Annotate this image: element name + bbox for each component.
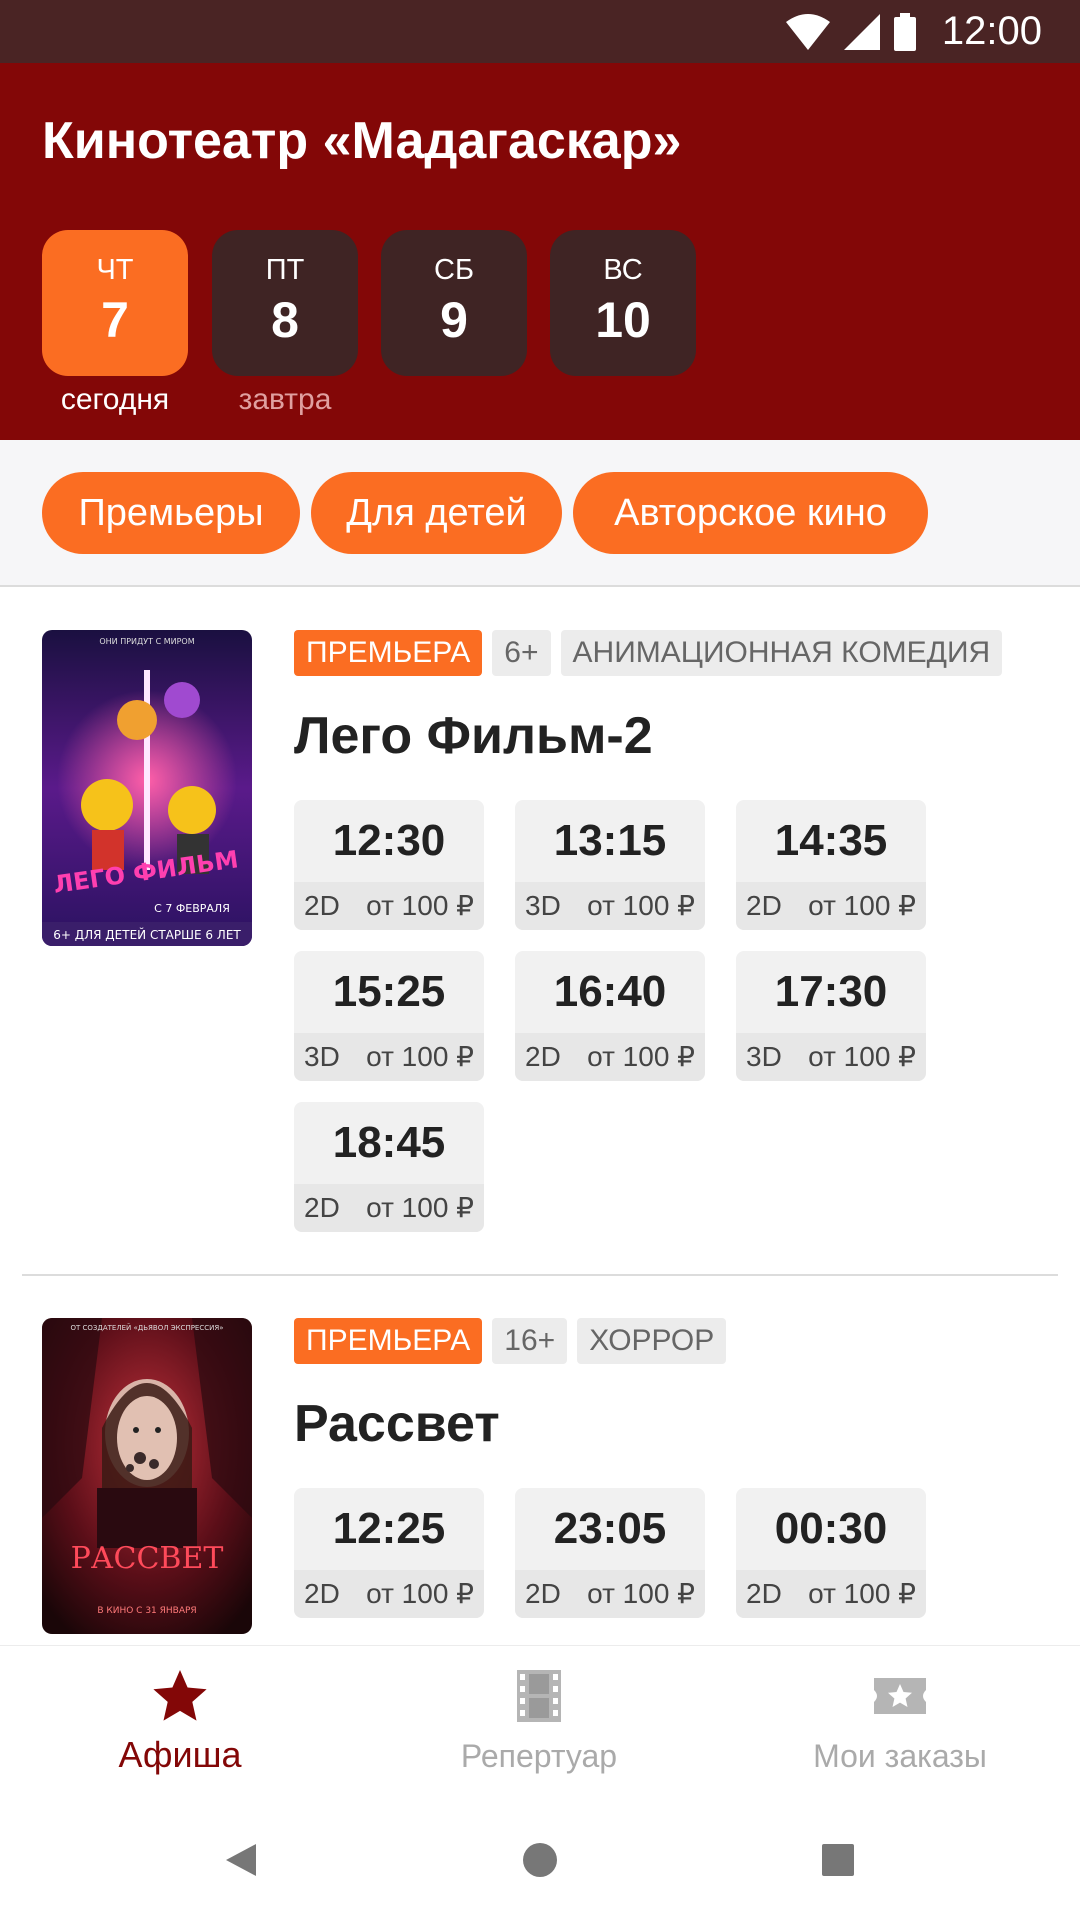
- session-format: 2D: [525, 1578, 561, 1609]
- poster-date-text: В КИНО С 31 ЯНВАРЯ: [97, 1606, 196, 1616]
- genre-badge: АНИМАЦИОННАЯ КОМЕДИЯ: [560, 630, 1003, 676]
- divider: [22, 1274, 1058, 1276]
- session-time: 12:25: [332, 1504, 446, 1553]
- premiere-badge: ПРЕМЬЕРА: [294, 630, 483, 676]
- day-chip-fri[interactable]: ПТ 8: [212, 230, 358, 376]
- signal-icon: [843, 13, 880, 50]
- session-price: от 100 ₽: [366, 1041, 474, 1072]
- session-price: от 100 ₽: [808, 1578, 916, 1609]
- filter-arthouse[interactable]: Авторское кино: [573, 472, 928, 554]
- movie-title[interactable]: Рассвет: [294, 1394, 500, 1454]
- session-button[interactable]: 14:35 2D от 100 ₽: [736, 800, 926, 930]
- day-number: 10: [595, 292, 651, 348]
- filter-bar: Премьеры Для детей Авторское кино: [0, 440, 1080, 587]
- filter-kids[interactable]: Для детей: [311, 472, 562, 554]
- session-price: от 100 ₽: [587, 1578, 695, 1609]
- session-format: 3D: [746, 1041, 782, 1072]
- session-button[interactable]: 18:45 2D от 100 ₽: [294, 1102, 484, 1232]
- session-price: от 100 ₽: [587, 1041, 695, 1072]
- session-price: от 100 ₽: [366, 1192, 474, 1223]
- session-button[interactable]: 00:30 2D от 100 ₽: [736, 1488, 926, 1618]
- nav-label: Репертуар: [460, 1738, 618, 1774]
- age-rating-badge: 6+: [492, 630, 551, 676]
- nav-label: Афиша: [118, 1734, 242, 1775]
- day-caption-tomorrow: завтра: [238, 383, 332, 416]
- session-format: 2D: [304, 890, 340, 921]
- poster-footer-text: 6+ ДЛЯ ДЕТЕЙ СТАРШЕ 6 ЛЕТ: [53, 927, 241, 942]
- bottom-navigation: Афиша Репертуар Мои заказы: [0, 1645, 1080, 1800]
- day-number: 7: [101, 292, 129, 348]
- poster-top-text: ОТ СОЗДАТЕЛЕЙ «ДЬЯВОЛ ЭКСПРЕССИЯ»: [70, 1323, 223, 1332]
- home-icon[interactable]: [510, 1830, 570, 1890]
- session-format: 2D: [746, 890, 782, 921]
- session-time: 17:30: [774, 967, 888, 1016]
- session-format: 3D: [304, 1041, 340, 1072]
- session-button[interactable]: 13:15 3D от 100 ₽: [515, 800, 705, 930]
- page-title: Кинотеатр «Мадагаскар»: [42, 112, 682, 170]
- day-of-week: ПТ: [265, 254, 305, 286]
- wifi-icon: [785, 13, 830, 50]
- back-icon[interactable]: [212, 1830, 272, 1890]
- nav-label: Мои заказы: [813, 1738, 987, 1774]
- session-price: от 100 ₽: [366, 1578, 474, 1609]
- movie-poster[interactable]: ЛЕГО ФИЛЬМ ОНИ ПРИДУТ С МИРОМ С 7 ФЕВРАЛ…: [42, 630, 252, 946]
- session-button[interactable]: 23:05 2D от 100 ₽: [515, 1488, 705, 1618]
- session-format: 2D: [746, 1578, 782, 1609]
- day-chip-thu[interactable]: ЧТ 7: [42, 230, 188, 376]
- film-icon: [517, 1670, 561, 1722]
- premiere-badge: ПРЕМЬЕРА: [294, 1318, 483, 1364]
- session-format: 2D: [525, 1041, 561, 1072]
- nav-item-my-orders[interactable]: Мои заказы: [750, 1646, 1050, 1801]
- recents-icon[interactable]: [808, 1830, 868, 1890]
- session-time: 16:40: [553, 967, 667, 1016]
- movie-poster[interactable]: ОТ СОЗДАТЕЛЕЙ «ДЬЯВОЛ ЭКСПРЕССИЯ» РАССВЕ…: [42, 1318, 252, 1634]
- session-button[interactable]: 16:40 2D от 100 ₽: [515, 951, 705, 1081]
- day-chip-sun[interactable]: ВС 10: [550, 230, 696, 376]
- session-time: 14:35: [774, 816, 888, 865]
- day-number: 9: [440, 292, 468, 348]
- star-icon: [153, 1670, 207, 1721]
- nav-item-afisha[interactable]: Афиша: [30, 1646, 330, 1801]
- session-time: 13:15: [553, 816, 667, 865]
- genre-badge: ХОРРОР: [577, 1318, 727, 1364]
- session-price: от 100 ₽: [808, 890, 916, 921]
- status-time: 12:00: [941, 9, 1042, 53]
- ticket-icon: [874, 1678, 926, 1714]
- session-button[interactable]: 15:25 3D от 100 ₽: [294, 951, 484, 1081]
- poster-date-text: С 7 ФЕВРАЛЯ: [154, 902, 230, 915]
- nav-item-repertoire[interactable]: Репертуар: [389, 1646, 689, 1801]
- session-format: 2D: [304, 1192, 340, 1223]
- session-button[interactable]: 17:30 3D от 100 ₽: [736, 951, 926, 1081]
- age-rating-badge: 16+: [492, 1318, 568, 1364]
- session-format: 2D: [304, 1578, 340, 1609]
- system-navigation-bar: [0, 1800, 1080, 1920]
- session-button[interactable]: 12:30 2D от 100 ₽: [294, 800, 484, 930]
- day-chip-sat[interactable]: СБ 9: [381, 230, 527, 376]
- session-time: 18:45: [332, 1118, 446, 1167]
- day-of-week: СБ: [434, 254, 474, 286]
- session-time: 12:30: [332, 816, 446, 865]
- session-time: 15:25: [332, 967, 446, 1016]
- day-caption-today: сегодня: [60, 383, 170, 416]
- app-header: Кинотеатр «Мадагаскар» ЧТ 7 сегодня ПТ 8…: [0, 63, 1080, 440]
- session-time: 23:05: [553, 1504, 667, 1553]
- movie-title[interactable]: Лего Фильм-2: [294, 706, 653, 766]
- status-icons: 12:00: [785, 0, 1042, 63]
- session-price: от 100 ₽: [366, 890, 474, 921]
- filter-premieres[interactable]: Премьеры: [42, 472, 300, 554]
- session-button[interactable]: 12:25 2D от 100 ₽: [294, 1488, 484, 1618]
- day-number: 8: [271, 292, 299, 348]
- poster-top-text: ОНИ ПРИДУТ С МИРОМ: [99, 637, 194, 646]
- session-price: от 100 ₽: [808, 1041, 916, 1072]
- day-of-week: ЧТ: [96, 254, 134, 286]
- day-of-week: ВС: [603, 254, 643, 286]
- status-bar: 12:00: [0, 0, 1080, 63]
- session-time: 00:30: [774, 1504, 888, 1553]
- movie-tags: ПРЕМЬЕРА 16+ ХОРРОР: [294, 1318, 727, 1364]
- battery-icon: [893, 12, 916, 51]
- session-price: от 100 ₽: [587, 890, 695, 921]
- poster-main-text: РАССВЕТ: [71, 1541, 224, 1576]
- movie-tags: ПРЕМЬЕРА 6+ АНИМАЦИОННАЯ КОМЕДИЯ: [294, 630, 1003, 676]
- session-format: 3D: [525, 890, 561, 921]
